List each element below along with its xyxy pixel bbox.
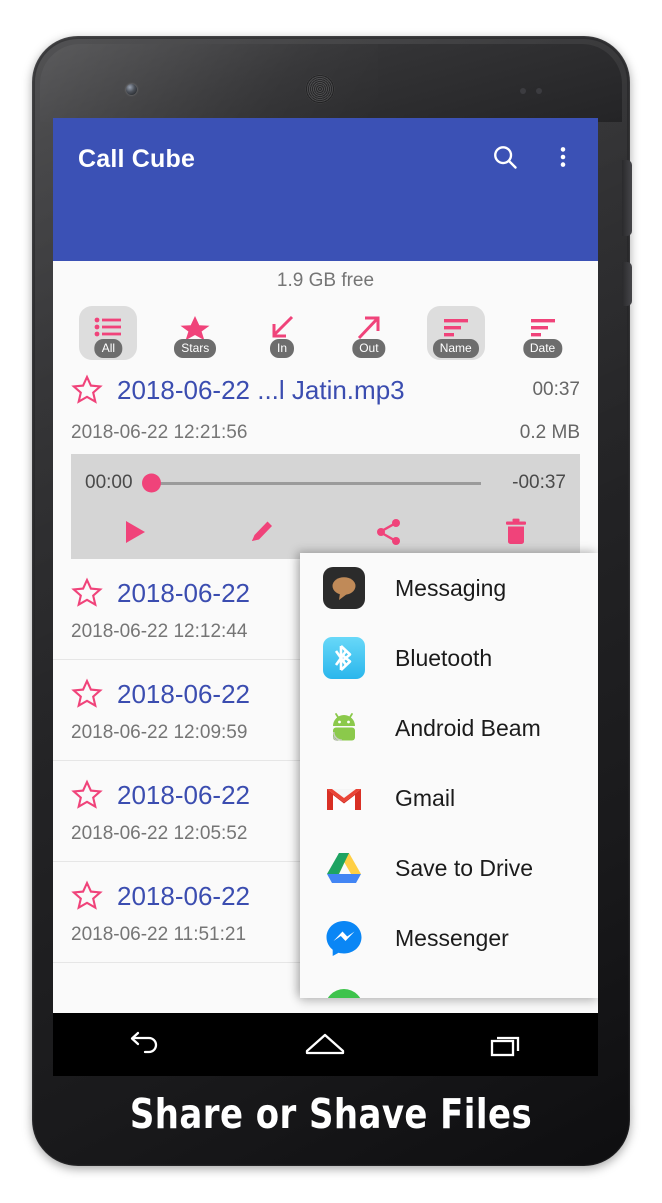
- star-outline-icon[interactable]: [71, 779, 103, 811]
- list-item-datetime: 2018-06-22 12:12:44: [71, 621, 248, 642]
- share-option-bluetooth[interactable]: Bluetooth: [300, 623, 598, 693]
- share-option-label: Save to Drive: [395, 854, 534, 881]
- home-icon[interactable]: [293, 1025, 357, 1065]
- messaging-app-icon: [321, 565, 367, 611]
- light-sensor-icon: [536, 88, 542, 94]
- filter-date[interactable]: Date: [514, 306, 572, 360]
- list-item-title: 2018-06-22: [117, 577, 250, 608]
- volume-button[interactable]: [622, 160, 632, 236]
- more-vertical-icon[interactable]: [546, 140, 580, 174]
- player-elapsed-time: 00:00: [85, 472, 133, 493]
- bluetooth-app-icon: [321, 635, 367, 681]
- selected-recording-meta: 2018-06-22 12:21:56 0.2 MB: [53, 418, 598, 448]
- power-button[interactable]: [622, 262, 632, 306]
- back-icon[interactable]: [112, 1025, 176, 1065]
- share-option-label: Messaging: [395, 574, 507, 601]
- filter-stars-label: Stars: [174, 339, 217, 358]
- gmail-app-icon: [321, 775, 367, 821]
- list-item-datetime: 2018-06-22 12:05:52: [71, 823, 248, 844]
- google-drive-app-icon: [321, 845, 367, 891]
- filter-out-label: Out: [352, 339, 386, 358]
- recents-icon[interactable]: [475, 1025, 539, 1065]
- share-option-gmail[interactable]: Gmail: [300, 763, 598, 833]
- share-sheet: Messaging Bluetooth Android Beam Gmail S…: [300, 553, 598, 998]
- share-option-messaging[interactable]: Messaging: [300, 553, 598, 623]
- filter-name[interactable]: Name: [426, 306, 485, 360]
- front-camera-icon: [126, 84, 137, 95]
- proximity-sensor-icon: [520, 88, 526, 94]
- app-bar: Call Cube: [53, 118, 598, 261]
- list-item-title-row: 2018-06-22: [71, 779, 250, 811]
- filter-name-label: Name: [432, 339, 479, 358]
- list-item-title-row: 2018-06-22: [71, 678, 250, 710]
- selected-recording-duration: 00:37: [532, 379, 580, 400]
- delete-icon[interactable]: [453, 517, 580, 547]
- android-beam-app-icon: [321, 705, 367, 751]
- filter-bar: All Stars In Out Name Date: [53, 306, 598, 364]
- filter-out[interactable]: Out: [340, 306, 398, 360]
- list-item-title: 2018-06-22: [117, 779, 250, 810]
- audio-player: 00:00 -00:37: [71, 454, 580, 559]
- player-seek-bar[interactable]: [141, 473, 481, 493]
- share-option-label: Gmail: [395, 784, 456, 811]
- player-controls: [71, 506, 580, 558]
- selected-recording-row[interactable]: 2018-06-22 ...l Jatin.mp3 00:37: [53, 370, 598, 410]
- player-seek-row: 00:00 -00:37: [71, 464, 580, 502]
- player-remaining-time: -00:37: [512, 472, 566, 493]
- star-outline-icon[interactable]: [71, 577, 103, 609]
- search-icon[interactable]: [488, 140, 522, 174]
- filter-all-label: All: [94, 339, 123, 358]
- messenger-app-icon: [321, 915, 367, 961]
- share-option-label: Messenger: [395, 924, 509, 951]
- filter-date-label: Date: [522, 339, 563, 358]
- whatsapp-app-icon: [321, 985, 367, 998]
- share-icon[interactable]: [326, 517, 453, 547]
- app-bar-actions: [488, 140, 580, 174]
- free-space-label: 1.9 GB free: [276, 270, 375, 291]
- star-outline-icon[interactable]: [71, 880, 103, 912]
- share-option-label: Bluetooth: [395, 644, 493, 671]
- list-item-title: 2018-06-22: [117, 880, 250, 911]
- share-option-save-to-drive[interactable]: Save to Drive: [300, 833, 598, 903]
- share-option-messenger[interactable]: Messenger: [300, 903, 598, 973]
- filter-stars[interactable]: Stars: [166, 306, 224, 360]
- phone-screen: Call Cube 1.9 GB free All Stars In Out N…: [53, 118, 598, 1013]
- promo-caption: Share or Shave Files: [129, 1090, 533, 1138]
- play-icon[interactable]: [71, 518, 198, 546]
- share-option-android-beam[interactable]: Android Beam: [300, 693, 598, 763]
- star-outline-icon[interactable]: [71, 374, 103, 406]
- list-item-datetime: 2018-06-22 11:51:21: [71, 924, 247, 945]
- player-seek-thumb[interactable]: [141, 473, 161, 493]
- selected-recording-datetime: 2018-06-22 12:21:56: [71, 422, 248, 443]
- promo-screenshot: Call Cube 1.9 GB free All Stars In Out N…: [0, 0, 662, 1203]
- list-item-title-row: 2018-06-22: [71, 880, 250, 912]
- star-outline-icon[interactable]: [71, 678, 103, 710]
- earpiece-speaker-icon: [305, 74, 335, 104]
- filter-in[interactable]: In: [253, 306, 311, 360]
- list-item-datetime: 2018-06-22 12:09:59: [71, 722, 248, 743]
- page-title: Call Cube: [78, 145, 196, 173]
- edit-icon[interactable]: [198, 517, 325, 547]
- list-item-title: 2018-06-22: [117, 678, 250, 709]
- share-option-whatsapp[interactable]: [300, 973, 598, 998]
- selected-recording-title: 2018-06-22 ...l Jatin.mp3: [117, 374, 405, 405]
- list-item-title-row: 2018-06-22: [71, 577, 250, 609]
- share-option-label: Android Beam: [395, 714, 541, 741]
- android-navigation-bar: [53, 1013, 598, 1076]
- filter-all[interactable]: All: [79, 306, 138, 360]
- filter-in-label: In: [270, 339, 295, 358]
- selected-recording-size: 0.2 MB: [519, 422, 580, 443]
